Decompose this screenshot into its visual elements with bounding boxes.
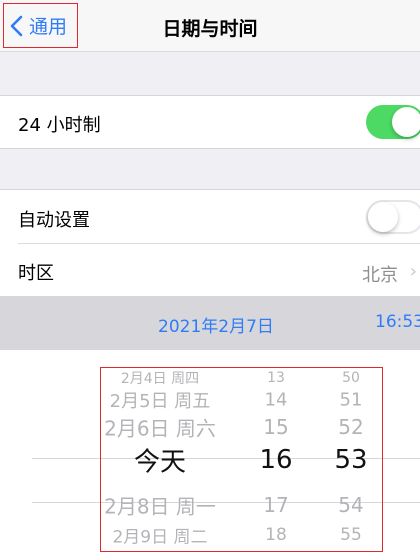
- timezone-label: 时区: [18, 263, 54, 284]
- auto-time-group: 自动设置 时区 北京 ›: [0, 190, 420, 296]
- auto-set-toggle[interactable]: [366, 200, 420, 234]
- group-bottom-divider: [0, 148, 420, 149]
- page-title: 日期与时间: [162, 18, 258, 40]
- timezone-row[interactable]: 时区 北京 ›: [0, 244, 420, 296]
- current-datetime-bar[interactable]: 2021年2月7日 16:53: [0, 296, 420, 350]
- current-time: 16:53: [375, 312, 420, 332]
- toggle-knob: [368, 202, 398, 232]
- hour24-row: 24 小时制: [0, 96, 420, 148]
- picker-highlight-box: [100, 367, 383, 552]
- chevron-right-icon: ›: [409, 261, 417, 282]
- timezone-value: 北京: [362, 265, 398, 286]
- current-date: 2021年2月7日: [158, 317, 274, 337]
- navigation-bar: 通用 日期与时间: [0, 0, 420, 52]
- auto-set-label: 自动设置: [18, 210, 90, 231]
- hour24-label: 24 小时制: [18, 115, 101, 136]
- auto-set-row: 自动设置: [0, 190, 420, 243]
- hour24-toggle[interactable]: [366, 105, 420, 139]
- toggle-knob: [392, 107, 420, 137]
